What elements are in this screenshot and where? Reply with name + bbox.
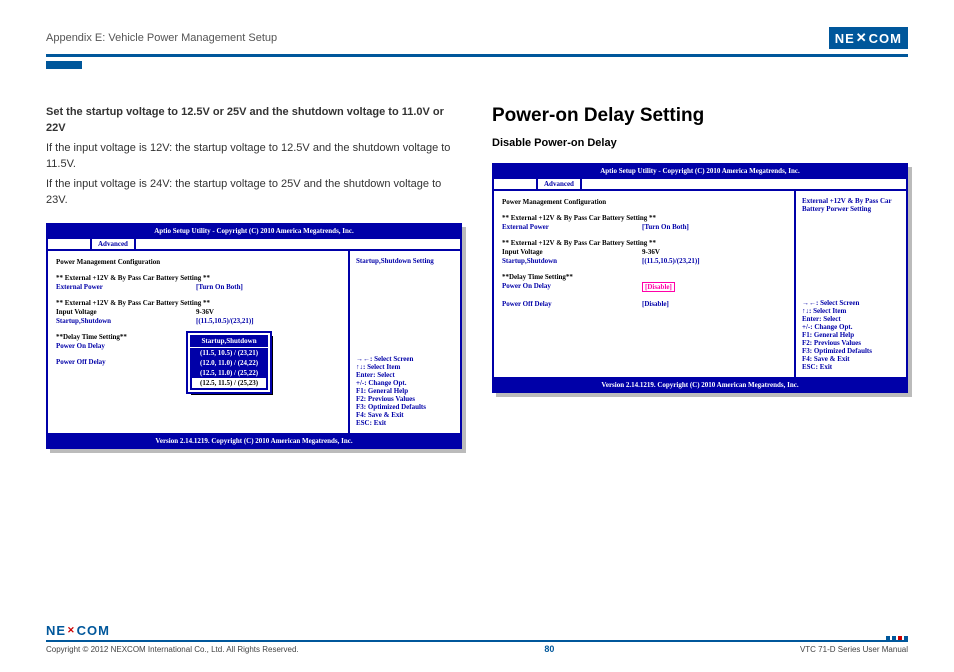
left-p2: If the input voltage is 24V: the startup… — [46, 177, 462, 209]
bios-tab-advanced[interactable]: Advanced — [536, 179, 582, 189]
bios-popup-startup-shutdown[interactable]: Startup,Shutdown (11.5, 10.5) / (23,21)(… — [188, 333, 270, 392]
page-number: 80 — [544, 644, 554, 654]
bios-power-off-delay[interactable]: Power Off Delay — [56, 358, 196, 366]
bios-panel-right: Aptio Setup Utility - Copyright (C) 2010… — [492, 163, 908, 393]
bios-power-on-delay[interactable]: Power On Delay — [502, 282, 642, 292]
bios-hint: +/-: Change Opt. — [356, 379, 454, 387]
appendix-title: Appendix E: Vehicle Power Management Set… — [46, 32, 277, 44]
bios-hint: ↑↓: Select Item — [802, 307, 900, 315]
right-h3: Disable Power-on Delay — [492, 137, 908, 149]
bios-hint: ESC: Exit — [356, 419, 454, 427]
bios-hint: ESC: Exit — [802, 363, 900, 371]
bios-tabs: Advanced — [48, 239, 460, 251]
logo-x-icon: ✕ — [67, 625, 76, 636]
bios-hint: +/-: Change Opt. — [802, 323, 900, 331]
manual-name: VTC 71-D Series User Manual — [800, 645, 908, 654]
page-footer: NE ✕ COM Copyright © 2012 NEXCOM Interna… — [46, 623, 908, 654]
bios-tab-advanced[interactable]: Advanced — [90, 239, 136, 249]
left-heading: Set the startup voltage to 12.5V or 25V … — [46, 106, 444, 134]
bios-hint: F3: Optimized Defaults — [802, 347, 900, 355]
bios-power-on-delay[interactable]: Power On Delay — [56, 342, 196, 350]
bios-external-power[interactable]: External Power — [502, 223, 642, 231]
bios-power-on-delay-val[interactable]: [Disable] — [642, 282, 675, 292]
popup-option[interactable]: (12.5, 11.0) / (25,22) — [190, 368, 268, 378]
bios-hint: F4: Save & Exit — [356, 411, 454, 419]
logo-x-icon: ✕ — [856, 30, 868, 46]
bios-input-voltage: Input Voltage — [502, 248, 642, 256]
bios-section: Power Management Configuration — [502, 198, 642, 206]
bios-title: Aptio Setup Utility - Copyright (C) 2010… — [48, 225, 460, 239]
bios-hint: F2: Previous Values — [802, 339, 900, 347]
header-rule — [46, 54, 908, 57]
accent-tab — [46, 61, 82, 69]
popup-option[interactable]: (12.5, 11.5) / (25,23) — [192, 378, 266, 388]
bios-footer: Version 2.14.1219. Copyright (C) 2010 Am… — [494, 377, 906, 391]
bios-hint: F4: Save & Exit — [802, 355, 900, 363]
copyright-text: Copyright © 2012 NEXCOM International Co… — [46, 645, 299, 654]
bios-tabs: Advanced — [494, 179, 906, 191]
footer-logo: NE ✕ COM — [46, 623, 110, 638]
bios-panel-left: Aptio Setup Utility - Copyright (C) 2010… — [46, 223, 462, 449]
bios-external-power[interactable]: External Power — [56, 283, 196, 291]
bios-hint: F1: General Help — [802, 331, 900, 339]
bios-startup-shutdown[interactable]: Startup,Shutdown — [502, 257, 642, 265]
right-h2: Power-on Delay Setting — [492, 105, 908, 127]
popup-option[interactable]: (12.0, 11.0) / (24,22) — [190, 358, 268, 368]
popup-option[interactable]: (11.5, 10.5) / (23,21) — [190, 348, 268, 358]
bios-title: Aptio Setup Utility - Copyright (C) 2010… — [494, 165, 906, 179]
bios-hint: F3: Optimized Defaults — [356, 403, 454, 411]
bios-hint: →←: Select Screen — [356, 355, 454, 363]
bios-section: Power Management Configuration — [56, 258, 196, 266]
bios-hint: F1: General Help — [356, 387, 454, 395]
bios-footer: Version 2.14.1219. Copyright (C) 2010 Am… — [48, 433, 460, 447]
brand-logo: NE ✕ COM — [829, 27, 908, 49]
bios-hint: F2: Previous Values — [356, 395, 454, 403]
page-header: Appendix E: Vehicle Power Management Set… — [46, 26, 908, 50]
bios-hint: Enter: Select — [356, 371, 454, 379]
bios-startup-shutdown[interactable]: Startup,Shutdown — [56, 317, 196, 325]
bios-input-voltage: Input Voltage — [56, 308, 196, 316]
footer-dots-icon — [886, 636, 908, 640]
left-column: Set the startup voltage to 12.5V or 25V … — [46, 105, 462, 449]
bios-hint: ↑↓: Select Item — [356, 363, 454, 371]
bios-hint: →←: Select Screen — [802, 299, 900, 307]
bios-hint: Enter: Select — [802, 315, 900, 323]
right-column: Power-on Delay Setting Disable Power-on … — [492, 105, 908, 449]
bios-help-text: Startup,Shutdown Setting — [356, 257, 454, 265]
left-p1: If the input voltage is 12V: the startup… — [46, 141, 462, 173]
bios-power-off-delay[interactable]: Power Off Delay — [502, 300, 642, 308]
